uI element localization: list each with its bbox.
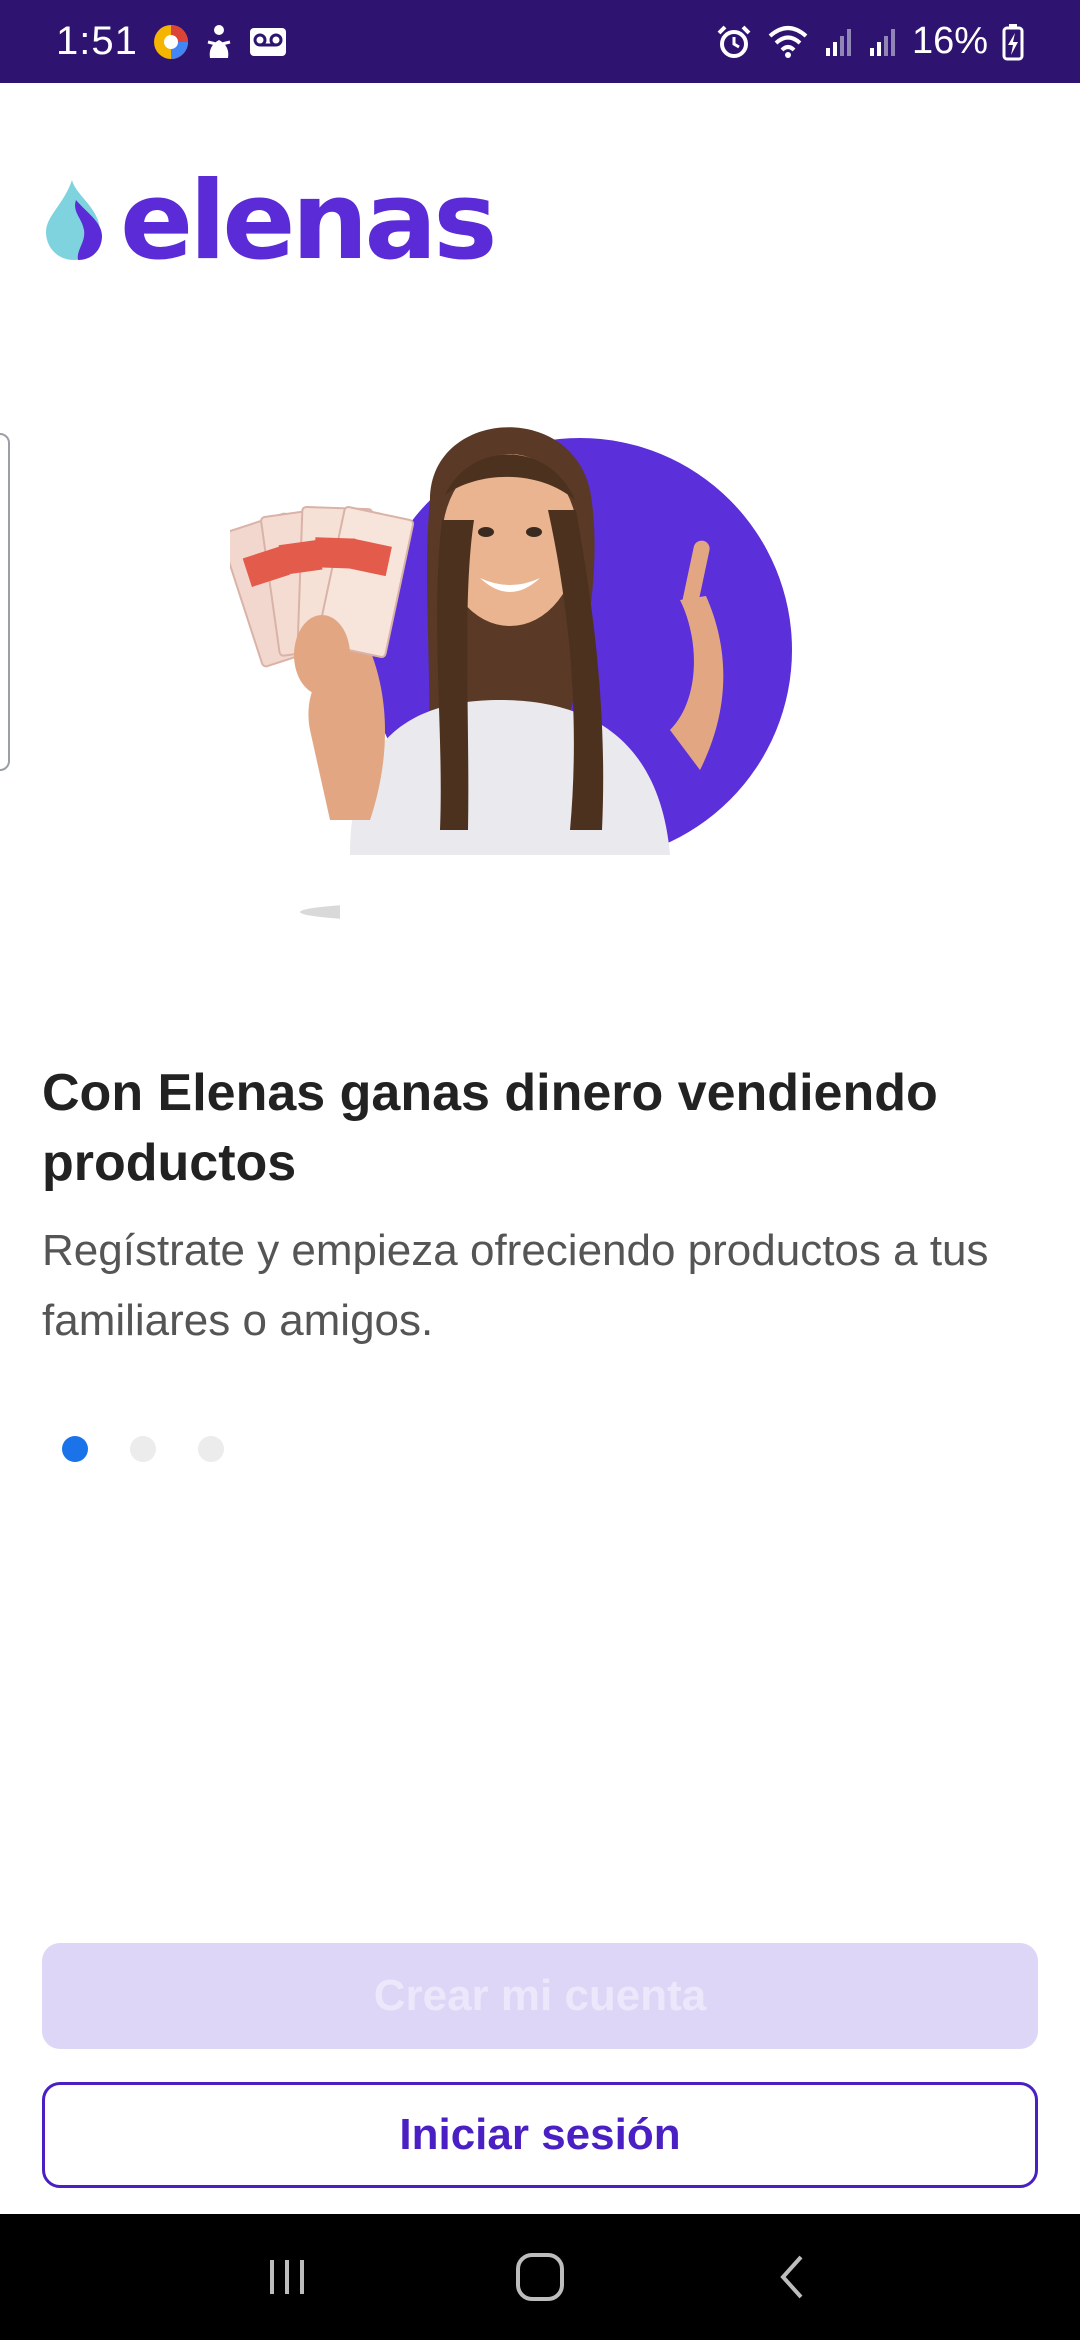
onboarding-subtext: Regístrate y empieza ofreciendo producto… — [42, 1226, 989, 1345]
battery-percent: 16% — [911, 20, 988, 62]
login-button[interactable]: Iniciar sesión — [42, 2082, 1038, 2188]
browser-icon — [152, 23, 190, 61]
system-nav-bar — [0, 2214, 1080, 2340]
page-dot-2[interactable] — [130, 1436, 156, 1462]
voicemail-icon — [248, 24, 288, 60]
recent-apps-icon[interactable] — [247, 2237, 327, 2317]
alarm-icon — [716, 24, 752, 60]
figure-icon — [204, 24, 234, 60]
back-icon[interactable] — [753, 2237, 833, 2317]
page-dot-3[interactable] — [198, 1436, 224, 1462]
signal-icon — [868, 26, 898, 58]
brand-logo: elenas — [42, 159, 498, 284]
page-dot-1[interactable] — [62, 1436, 88, 1462]
logo-text: elenas — [120, 159, 498, 284]
status-bar: 1:51 16% — [0, 0, 1080, 83]
hero-illustration — [220, 400, 830, 955]
status-time: 1:51 — [56, 19, 138, 63]
home-icon[interactable] — [500, 2237, 580, 2317]
onboarding-headline: Con Elenas ganas dinero vendiendo produc… — [42, 1064, 938, 1192]
battery-charging-icon — [1002, 23, 1024, 61]
flame-logo-icon — [42, 178, 106, 267]
edge-panel-handle[interactable] — [0, 433, 10, 771]
wifi-icon — [766, 24, 810, 60]
page-indicator — [62, 1436, 224, 1462]
create-account-button[interactable]: Crear mi cuenta — [42, 1943, 1038, 2049]
notification-icons — [152, 23, 288, 61]
system-status-icons: 16% — [716, 20, 1024, 63]
signal-icon — [824, 26, 854, 58]
